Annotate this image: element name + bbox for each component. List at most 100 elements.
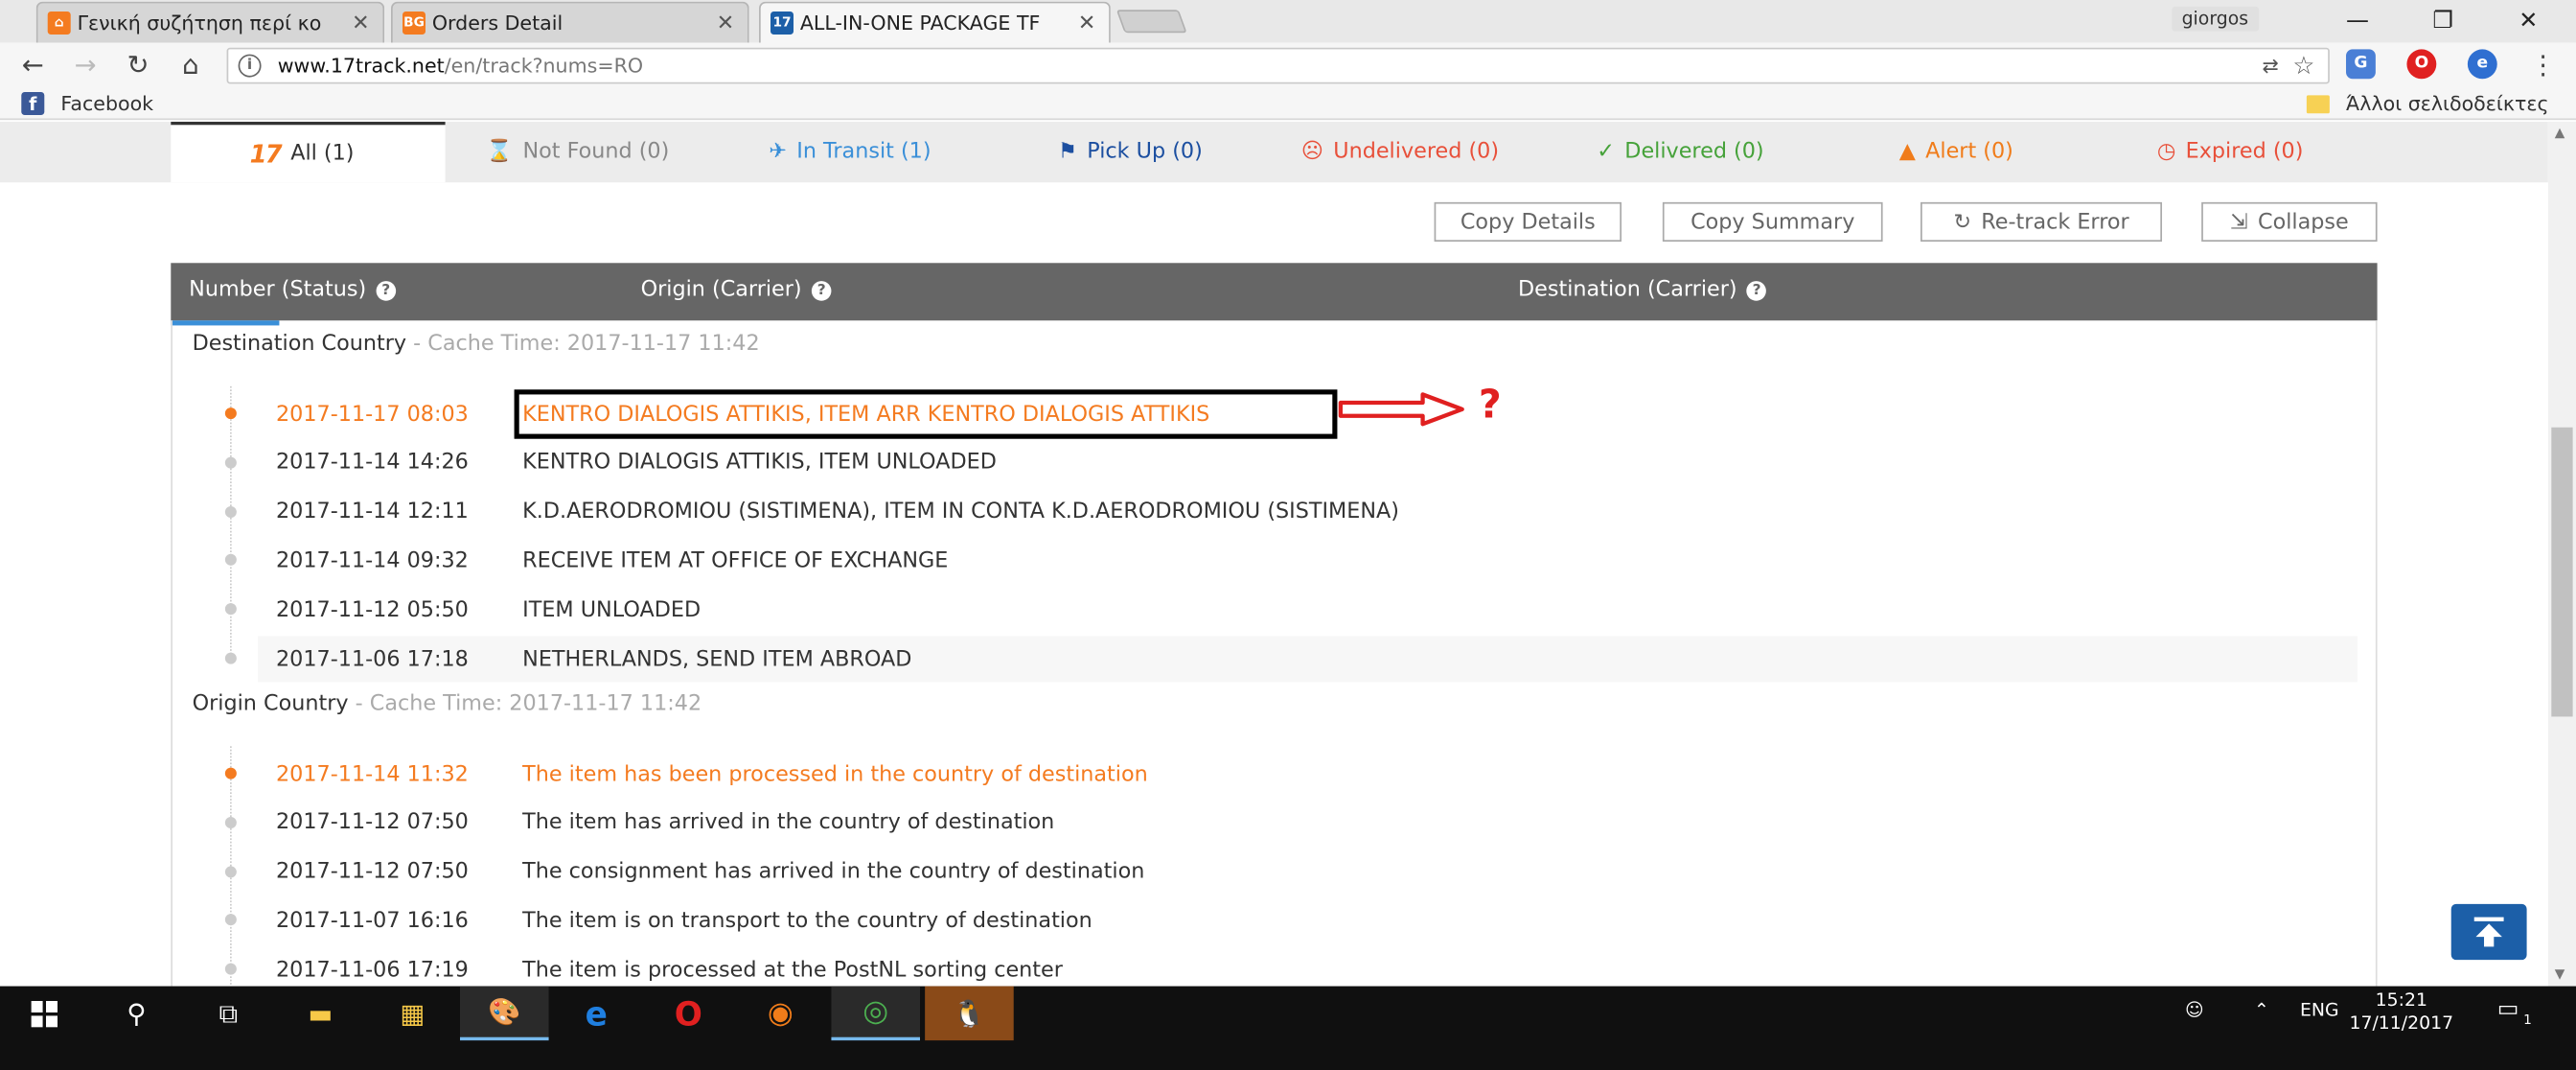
profile-button[interactable]: giorgos [2172,6,2259,32]
event-time: 2017-11-12 05:50 [276,597,469,623]
url-host: www.17track.net [277,54,445,78]
tab-delivered[interactable]: ✓ Delivered (0) [1597,122,1763,182]
help-icon[interactable]: ? [811,280,832,300]
bookmark-facebook[interactable]: f Facebook [21,92,153,116]
retrack-error-button[interactable]: ↻ Re-track Error [1920,201,2163,243]
tracking-page: 17 All (1) ⌛ Not Found (0) ✈ In Transit … [0,121,2548,987]
scroll-up-arrow-icon[interactable]: ▲ [2555,125,2565,139]
event-description: RECEIVE ITEM AT OFFICE OF EXCHANGE [522,548,949,574]
cache-time: - Cache Time: 2017-11-17 11:42 [406,332,760,358]
browser-tab-forum[interactable]: ⌂ Γενική συζήτηση περί κο ✕ [35,1,385,43]
tracking-event-row: 2017-11-14 14:26 KENTRO DIALOGIS ATTIKIS,… [258,440,2358,486]
store-icon[interactable]: ▦ [368,987,457,1041]
extension-icon[interactable]: e [2467,49,2497,80]
people-icon[interactable]: ☺ [2185,999,2204,1020]
column-label: Destination (Carrier) [1518,277,1737,303]
tab-label: Alert (0) [1925,139,2013,165]
airplane-icon: ✈ [769,139,787,165]
tab-in-transit[interactable]: ✈ In Transit (1) [769,122,931,182]
tab-label: Pick Up (0) [1087,139,1203,165]
tab-close-icon[interactable]: ✕ [1078,11,1096,35]
translate-extension-icon[interactable]: G [2346,49,2376,80]
tracking-event-row: 2017-11-06 17:18 NETHERLANDS, SEND ITEM A… [258,636,2358,683]
destination-section-title: Destination Country - Cache Time: 2017-1… [193,332,760,357]
status-filter-bar: 17 All (1) ⌛ Not Found (0) ✈ In Transit … [0,121,2548,183]
edge-icon[interactable]: e [552,987,641,1041]
task-view-icon[interactable]: ⧉ [184,987,273,1041]
event-description: NETHERLANDS, SEND ITEM ABROAD [522,646,912,672]
event-time: 2017-11-12 07:50 [276,859,469,885]
bookmark-other-folder[interactable]: Άλλοι σελιδοδείκτες [2306,92,2549,115]
file-explorer-icon[interactable]: ▬ [276,987,365,1041]
close-window-icon[interactable]: ✕ [2491,3,2566,39]
event-time: 2017-11-12 07:50 [276,810,469,836]
opera-icon[interactable]: O [644,987,733,1041]
paint-icon[interactable]: 🎨 [460,986,549,1041]
tab-undelivered[interactable]: ☹ Undelivered (0) [1301,122,1499,182]
timeline-dot [224,407,237,420]
tab-all[interactable]: 17 All (1) [171,121,446,183]
language-indicator[interactable]: ENG [2300,999,2339,1020]
copy-details-button[interactable]: Copy Details [1434,201,1622,243]
scroll-down-arrow-icon[interactable]: ▼ [2555,966,2565,981]
windows-start-icon[interactable] [0,987,89,1041]
scrollbar-thumb[interactable] [2551,427,2573,717]
tab-not-found[interactable]: ⌛ Not Found (0) [486,122,669,182]
bookmark-star-icon[interactable]: ☆ [2292,51,2314,81]
tray-chevron-up-icon[interactable]: ⌃ [2254,999,2269,1020]
chrome-icon[interactable]: ◎ [831,986,921,1041]
penguin-app-icon[interactable]: 🐧 [925,986,1014,1041]
browser-tab-orders[interactable]: BG Orders Detail ✕ [391,1,749,43]
event-time: 2017-11-14 11:32 [276,761,469,787]
column-origin: Origin (Carrier) ? [641,278,832,302]
copy-summary-button[interactable]: Copy Summary [1662,201,1883,243]
translate-icon[interactable]: ⇄ [2262,55,2278,78]
notification-count: 1 [2523,1012,2532,1028]
tab-title: ALL-IN-ONE PACKAGE TF [799,12,1041,35]
search-icon[interactable]: ⚲ [92,987,181,1041]
tab-alert[interactable]: ▲ Alert (0) [1899,122,2013,182]
browser-tab-17track[interactable]: 17 ALL-IN-ONE PACKAGE TF ✕ [759,1,1111,43]
address-bar[interactable]: i www.17track.net/en/track?nums=RO ⇄ ☆ [226,47,2330,84]
taskbar-clock[interactable]: 15:21 17/11/2017 [2349,989,2453,1035]
cache-time: - Cache Time: 2017-11-17 11:42 [348,691,702,717]
home-button-icon[interactable]: ⌂ [171,48,210,84]
tab-close-icon[interactable]: ✕ [352,11,370,35]
button-label: Collapse [2258,209,2349,235]
reload-icon[interactable]: ↻ [118,48,157,84]
minimize-icon[interactable]: — [2320,3,2396,39]
destination-timeline [230,385,232,658]
tab-expired[interactable]: ◷ Expired (0) [2157,122,2304,182]
windows-taskbar: ⚲ ⧉ ▬ ▦ 🎨 e O ◉ ◎ 🐧 ☺ ⌃ ENG 15:21 17/11/… [0,986,2576,1070]
tab-label: In Transit (1) [796,139,932,165]
timeline-dot [224,505,237,518]
help-icon[interactable]: ? [376,280,397,300]
clock-time: 15:21 [2375,989,2427,1012]
help-icon[interactable]: ? [1746,280,1767,300]
tab-label: All (1) [290,141,355,167]
column-label: Number (Status) [189,277,367,303]
annotation-highlight-box [514,389,1338,439]
scroll-to-top-button[interactable] [2450,903,2527,961]
notification-icon[interactable]: ▭ [2497,996,2519,1022]
event-time: 2017-11-14 12:11 [276,500,469,525]
tracking-event-row: 2017-11-14 11:32 The item has been proces… [258,751,2358,797]
event-time: 2017-11-07 16:16 [276,908,469,934]
collapse-button[interactable]: ⇲ Collapse [2201,201,2378,243]
tracking-event-row: 2017-11-12 07:50 The item has arrived in … [258,801,2358,847]
new-tab-button[interactable] [1116,10,1187,34]
restore-icon[interactable]: ❐ [2405,3,2481,39]
firefox-icon[interactable]: ◉ [736,987,825,1041]
tab-close-icon[interactable]: ✕ [717,11,735,35]
info-icon[interactable]: i [238,54,262,78]
section-label: Origin Country [192,691,349,717]
page-scrollbar[interactable]: ▲ ▼ [2547,121,2576,987]
tab-title: Orders Detail [431,12,564,35]
back-arrow-icon[interactable]: ← [13,48,53,84]
opera-extension-icon[interactable]: O [2406,49,2437,80]
timeline-dot [224,767,237,779]
forward-arrow-icon[interactable]: → [66,48,105,84]
menu-kebab-icon[interactable]: ⋮ [2523,48,2563,84]
tab-pick-up[interactable]: ⚑ Pick Up (0) [1058,122,1203,182]
home-icon: ⌂ [47,12,71,35]
